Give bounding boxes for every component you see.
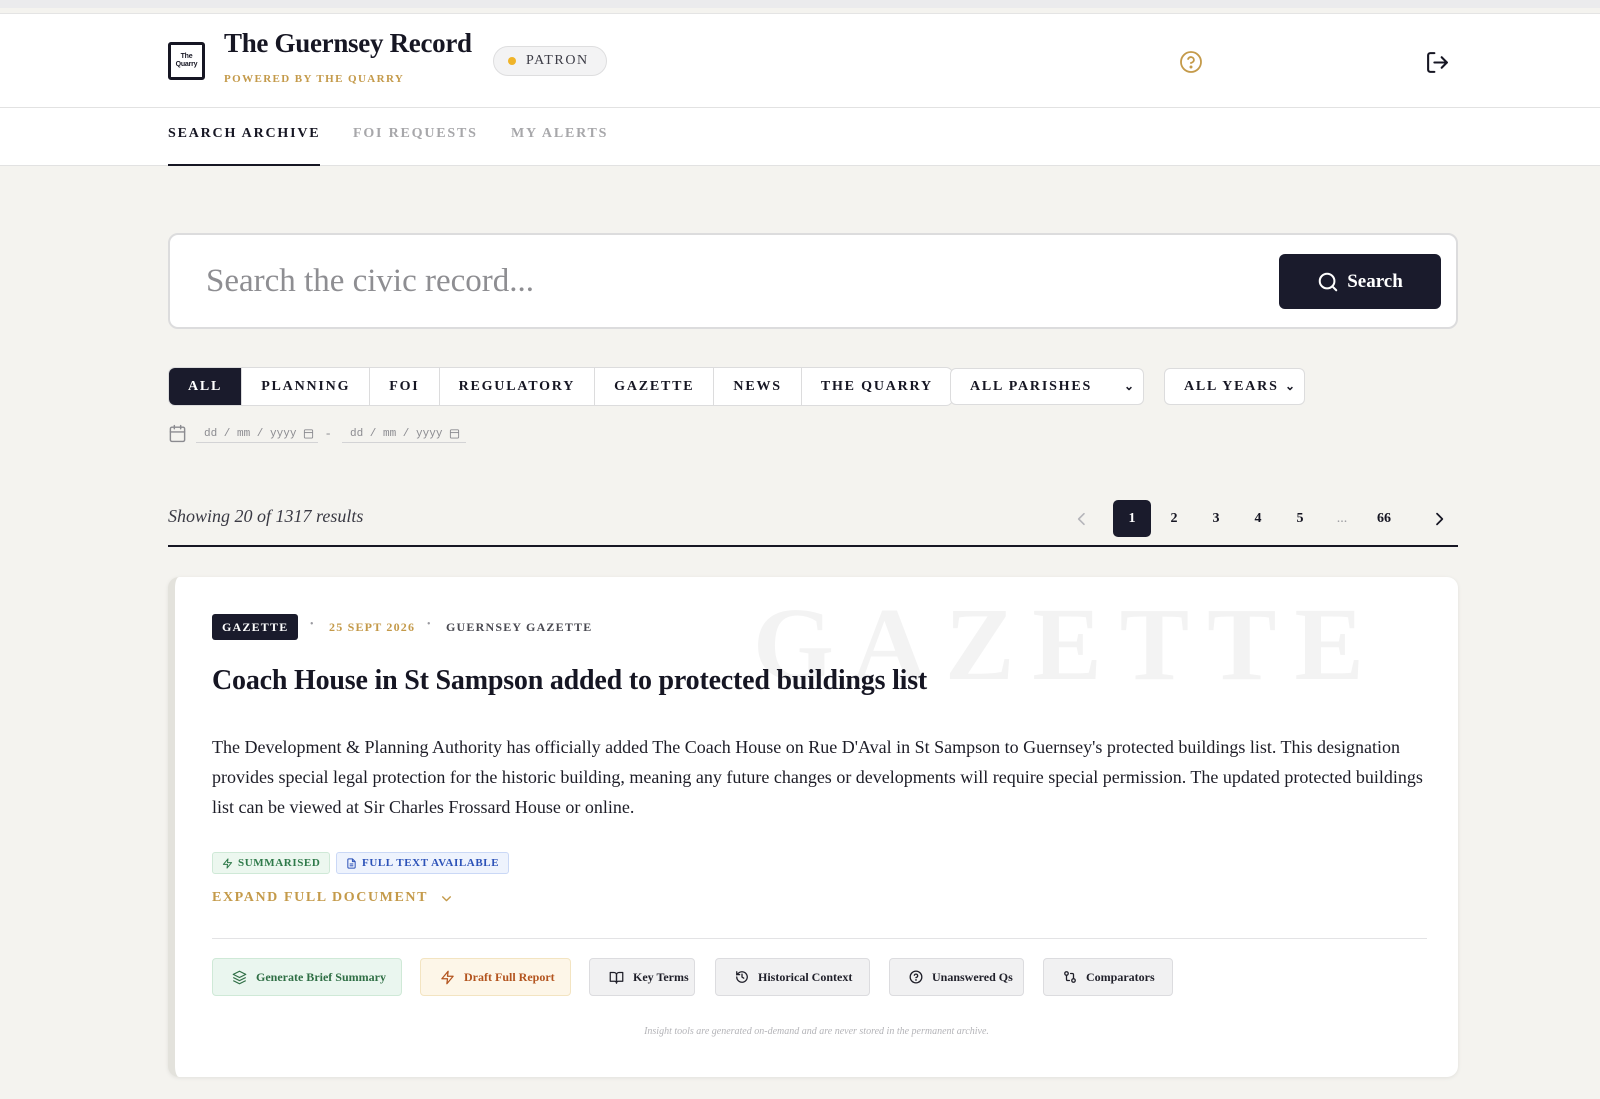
lightning-icon xyxy=(222,857,233,869)
page-button-5[interactable]: 5 xyxy=(1281,500,1319,537)
filter-chip-foi[interactable]: FOI xyxy=(370,368,440,405)
lightning-icon xyxy=(440,970,455,985)
results-summary: Showing 20 of 1317 results xyxy=(168,506,364,526)
comparators-label: Comparators xyxy=(1086,969,1155,984)
date-from-input[interactable]: dd / mm / yyyy xyxy=(196,423,318,443)
category-badge: GAZETTE xyxy=(212,614,299,640)
historical-context-button[interactable]: Historical Context xyxy=(715,958,870,996)
page-button-4[interactable]: 4 xyxy=(1239,500,1277,537)
unanswered-questions-label: Unanswered Qs xyxy=(932,969,1013,984)
chevron-down-icon: ⌄ xyxy=(1123,379,1134,393)
main-tabs: SEARCH ARCHIVE FOI REQUESTS MY ALERTS xyxy=(0,108,1600,166)
filter-chip-gazette[interactable]: GAZETTE xyxy=(595,368,715,405)
next-page-button[interactable] xyxy=(1420,500,1458,537)
site-subtitle: POWERED BY THE QUARRY xyxy=(224,73,405,85)
insight-disclaimer: Insight tools are generated on-demand an… xyxy=(644,1026,989,1037)
logo-text: The Quarry xyxy=(175,53,198,68)
page-button-66[interactable]: 66 xyxy=(1365,500,1403,537)
calendar-icon xyxy=(303,428,314,439)
date-range-separator: - xyxy=(326,425,331,440)
page-button-2[interactable]: 2 xyxy=(1155,500,1193,537)
expand-document-button[interactable]: EXPAND FULL DOCUMENT xyxy=(212,890,453,906)
meta-separator-dot: • xyxy=(310,619,314,630)
page-button-3[interactable]: 3 xyxy=(1197,500,1235,537)
full-text-tag-label: FULL TEXT AVAILABLE xyxy=(362,857,500,869)
pagination: 1 2 3 4 5 ... 66 xyxy=(1058,500,1458,537)
expand-document-label: EXPAND FULL DOCUMENT xyxy=(212,890,429,905)
key-terms-button[interactable]: Key Terms xyxy=(589,958,695,996)
chevron-down-icon xyxy=(440,892,453,905)
search-panel: Search xyxy=(168,233,1458,329)
page-button-1[interactable]: 1 xyxy=(1113,500,1151,537)
filter-chip-regulatory[interactable]: REGULATORY xyxy=(440,368,596,405)
tab-foi-requests[interactable]: FOI REQUESTS xyxy=(353,108,478,166)
result-summary-text: The Development & Planning Authority has… xyxy=(212,737,1423,817)
key-terms-label: Key Terms xyxy=(633,969,689,984)
parish-select-value: ALL PARISHES xyxy=(970,379,1093,394)
summarised-tag: SUMMARISED xyxy=(212,852,331,874)
prev-page-button[interactable] xyxy=(1063,500,1101,537)
card-divider xyxy=(212,938,1427,939)
search-input[interactable] xyxy=(206,257,1236,305)
calendar-icon xyxy=(168,424,187,443)
logout-icon[interactable] xyxy=(1425,50,1450,75)
filter-chip-planning[interactable]: PLANNING xyxy=(242,368,371,405)
results-divider xyxy=(168,545,1458,547)
help-circle-icon[interactable] xyxy=(1179,50,1203,74)
generate-brief-summary-button[interactable]: Generate Brief Summary xyxy=(212,958,402,996)
meta-separator-dot: • xyxy=(427,619,431,630)
search-button[interactable]: Search xyxy=(1279,254,1441,309)
search-button-label: Search xyxy=(1347,270,1403,292)
full-text-tag: FULL TEXT AVAILABLE xyxy=(336,852,510,874)
page-ellipsis: ... xyxy=(1336,511,1348,526)
draft-full-report-label: Draft Full Report xyxy=(464,969,555,984)
question-circle-icon xyxy=(909,970,923,984)
result-card: GAZETTE GAZETTE • 25 SEPT 2026 • GUERNSE… xyxy=(168,577,1458,1077)
layers-icon xyxy=(232,970,247,985)
history-icon xyxy=(735,970,749,984)
year-select-value: ALL YEARS xyxy=(1184,379,1279,394)
draft-full-report-button[interactable]: Draft Full Report xyxy=(420,958,571,996)
comparators-button[interactable]: Comparators xyxy=(1043,958,1173,996)
parish-select[interactable]: ALL PARISHES ⌄ xyxy=(950,368,1144,405)
category-filter: ALL PLANNING FOI REGULATORY GAZETTE NEWS… xyxy=(168,367,953,406)
calendar-icon xyxy=(449,428,460,439)
document-icon xyxy=(346,857,357,869)
filter-chip-the-quarry[interactable]: THE QUARRY xyxy=(802,368,952,405)
year-select[interactable]: ALL YEARS ⌄ xyxy=(1164,368,1305,405)
summarised-tag-label: SUMMARISED xyxy=(238,857,321,869)
chevron-down-icon: ⌄ xyxy=(1284,379,1295,393)
browser-top-strip xyxy=(0,0,1600,8)
membership-badge-label: PATRON xyxy=(526,53,589,68)
site-title[interactable]: The Guernsey Record xyxy=(224,28,472,59)
historical-context-label: Historical Context xyxy=(758,969,853,984)
membership-badge: PATRON xyxy=(493,46,607,76)
date-to-placeholder: dd / mm / yyyy xyxy=(350,427,443,440)
unanswered-questions-button[interactable]: Unanswered Qs xyxy=(889,958,1024,996)
generate-brief-summary-label: Generate Brief Summary xyxy=(256,969,386,984)
result-title[interactable]: Coach House in St Sampson added to prote… xyxy=(212,665,927,697)
tab-my-alerts[interactable]: MY ALERTS xyxy=(511,108,608,166)
date-to-input[interactable]: dd / mm / yyyy xyxy=(342,423,466,443)
publish-date: 25 SEPT 2026 xyxy=(329,620,416,634)
date-from-placeholder: dd / mm / yyyy xyxy=(204,427,297,440)
source-name: GUERNSEY GAZETTE xyxy=(446,620,593,634)
logo[interactable]: The Quarry xyxy=(168,42,205,80)
filter-chip-news[interactable]: NEWS xyxy=(714,368,802,405)
tab-search-archive[interactable]: SEARCH ARCHIVE xyxy=(168,108,321,166)
book-open-icon xyxy=(609,970,624,985)
chevron-left-icon xyxy=(1074,510,1090,528)
chevron-right-icon xyxy=(1431,510,1447,528)
app-header: The Quarry The Guernsey Record POWERED B… xyxy=(0,13,1600,108)
search-icon xyxy=(1317,271,1339,293)
compare-icon xyxy=(1063,970,1077,984)
filter-chip-all[interactable]: ALL xyxy=(169,368,243,405)
status-dot xyxy=(508,57,516,65)
